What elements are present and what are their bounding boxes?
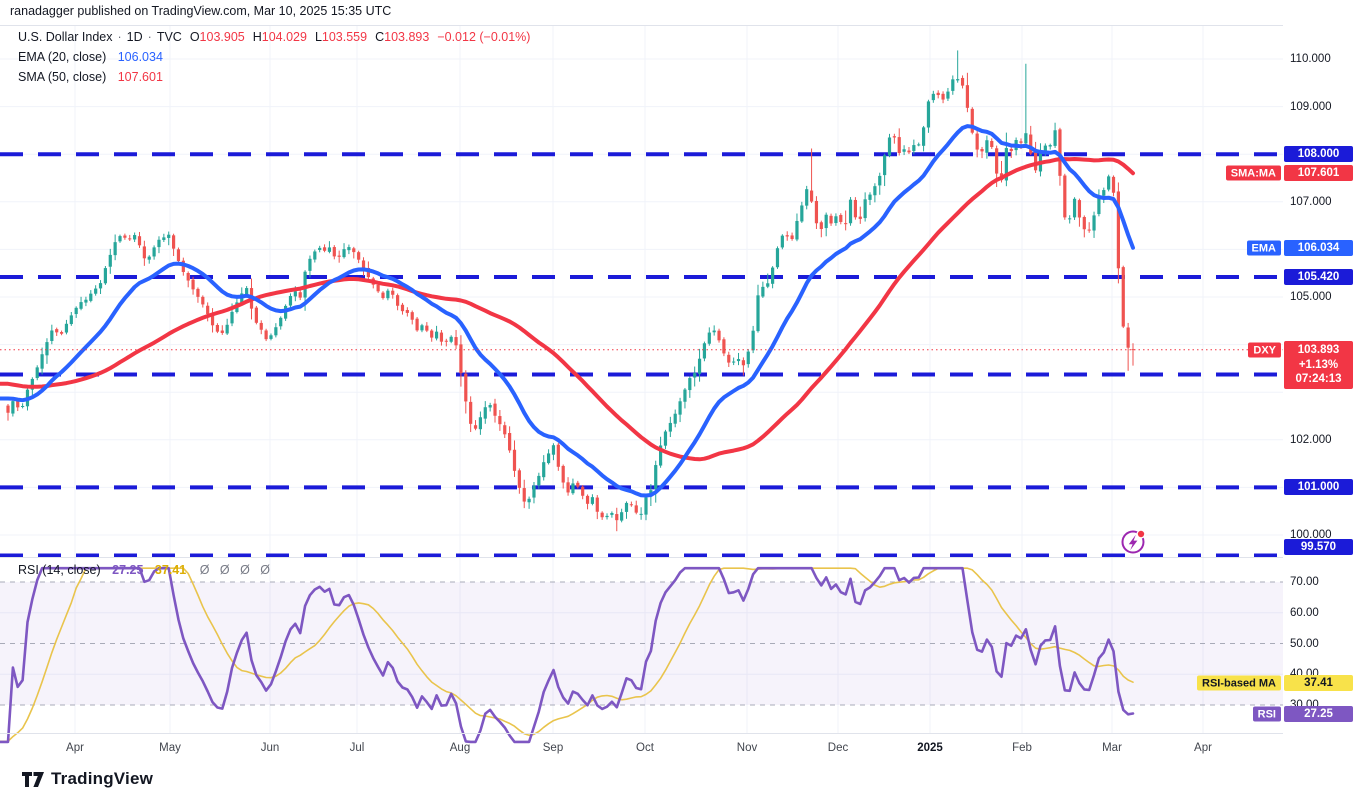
rsi-label[interactable]: RSI (14, close) [18, 563, 101, 577]
symbol-legend[interactable]: U.S. Dollar Index · 1D · TVC O103.905 H104.029… [18, 29, 530, 89]
time-axis[interactable]: Apr May Jun Jul Aug Sep Oct Nov Dec 2025 Feb Mar Apr [0, 733, 1283, 762]
chart-area[interactable]: U.S. Dollar Index · 1D · TVC O103.905 H104.029… [0, 25, 1355, 762]
time-axis-label: Mar [1102, 742, 1122, 754]
interval-label[interactable]: 1D [127, 30, 143, 44]
tradingview-logo[interactable]: TradingView [22, 769, 153, 789]
axis-price-badge: 108.000 [1284, 146, 1353, 162]
sma-label[interactable]: SMA (50, close) [18, 70, 106, 84]
axis-price-badge: 107.601 [1284, 165, 1353, 181]
axis-tick: 102.000 [1290, 434, 1332, 446]
publish-byline: ranadagger published on TradingView.com,… [10, 4, 391, 18]
rsi-value: 27.25 [112, 563, 143, 577]
axis-price-badge: 106.034 [1284, 240, 1353, 256]
separator: · [117, 30, 121, 44]
time-axis-label: Dec [828, 742, 848, 754]
time-axis-label: Nov [737, 742, 757, 754]
close-value: 103.893 [384, 30, 429, 44]
flash-event-icon[interactable] [1123, 530, 1146, 553]
chart-top-border [0, 25, 1355, 26]
ema-label[interactable]: EMA (20, close) [18, 50, 106, 64]
time-axis-label: May [159, 742, 181, 754]
axis-price-badge: 101.000 [1284, 479, 1353, 495]
price-axis[interactable]: USD 110.000109.000107.000105.000102.0001… [1283, 25, 1355, 762]
low-value: 103.559 [322, 30, 367, 44]
bottom-bar: TradingView [0, 762, 1355, 796]
time-axis-label: Apr [1194, 742, 1212, 754]
exchange-label: TVC [157, 30, 182, 44]
symbol-row[interactable]: U.S. Dollar Index · 1D · TVC O103.905 H104.029… [18, 29, 530, 46]
rsi-ma-value: 37.41 [155, 563, 186, 577]
axis-tick: 110.000 [1290, 53, 1331, 65]
rsi-hidden-values: Ø Ø Ø Ø [200, 563, 270, 577]
time-axis-label: Aug [450, 742, 470, 754]
axis-tick: 60.00 [1290, 607, 1319, 619]
rsi-legend-row[interactable]: RSI (14, close) 27.25 37.41 Ø Ø Ø Ø [18, 563, 270, 577]
close-letter: C [375, 30, 384, 44]
open-letter: O [190, 30, 200, 44]
current-price-badge: 103.893+1.13%07:24:13 [1284, 341, 1353, 389]
time-axis-label: Sep [543, 742, 563, 754]
time-axis-label: Jul [350, 742, 365, 754]
axis-price-badge: 37.41 [1284, 675, 1353, 691]
sma-legend-row[interactable]: SMA (50, close) 107.601 [18, 69, 530, 86]
time-axis-label: Jun [261, 742, 280, 754]
panel-divider[interactable] [0, 557, 1355, 558]
change-value: −0.012 (−0.01%) [437, 30, 530, 44]
axis-price-badge: 99.570 [1284, 539, 1353, 555]
open-value: 103.905 [200, 30, 245, 44]
axis-tick: 50.00 [1290, 638, 1319, 650]
ema-value: 106.034 [118, 50, 163, 64]
tradingview-logo-text: TradingView [51, 769, 153, 789]
axis-tick: 105.000 [1290, 291, 1332, 303]
high-letter: H [253, 30, 262, 44]
sma-value: 107.601 [118, 70, 163, 84]
symbol-title[interactable]: U.S. Dollar Index [18, 30, 112, 44]
axis-tick: 107.000 [1290, 196, 1332, 208]
time-axis-label: Oct [636, 742, 654, 754]
axis-tick: 70.00 [1290, 576, 1319, 588]
high-value: 104.029 [262, 30, 307, 44]
low-letter: L [315, 30, 322, 44]
axis-tick: 109.000 [1290, 101, 1332, 113]
axis-price-badge: 27.25 [1284, 706, 1353, 722]
time-axis-label: Apr [66, 742, 84, 754]
axis-price-badge: 105.420 [1284, 269, 1353, 285]
price-chart[interactable] [0, 25, 1283, 762]
ema-legend-row[interactable]: EMA (20, close) 106.034 [18, 49, 530, 66]
tradingview-logo-icon [22, 772, 44, 787]
separator: · [148, 30, 152, 44]
time-axis-label: 2025 [917, 742, 943, 754]
time-axis-label: Feb [1012, 742, 1032, 754]
